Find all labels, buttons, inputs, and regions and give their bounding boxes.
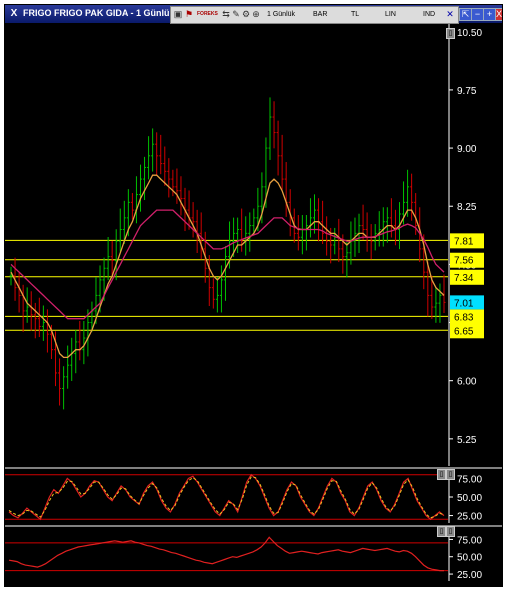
panel-collapse-button[interactable]: ▯ bbox=[446, 28, 455, 39]
chart-canvas[interactable]: 10.509.759.008.257.506.756.005.257.817.5… bbox=[5, 5, 502, 586]
osc1-tick-label-0: 75.00 bbox=[457, 474, 482, 485]
level-tag-label-2: 7.34 bbox=[454, 273, 474, 284]
price-tick-label-0: 10.50 bbox=[457, 28, 482, 39]
osc1-tick-label-1: 50.00 bbox=[457, 493, 482, 504]
level-tag-label-0: 7.81 bbox=[454, 236, 474, 247]
osc2-line bbox=[8, 536, 444, 572]
level-tag-label-4: 6.65 bbox=[454, 326, 474, 337]
price-tick-label-6: 6.00 bbox=[457, 377, 477, 388]
chart-window: X FRIGO FRIGO PAK GIDA - 1 Günlük (.1d) … bbox=[4, 4, 503, 587]
osc2-tick-label-0: 75.00 bbox=[457, 535, 482, 546]
osc1-tick-label-2: 25.00 bbox=[457, 512, 482, 523]
price-tick-label-7: 5.25 bbox=[457, 435, 477, 446]
price-tick-label-3: 8.25 bbox=[457, 202, 477, 213]
osc1-signal-line bbox=[8, 476, 445, 519]
osc-panel-button-1[interactable]: ▯ bbox=[437, 469, 446, 480]
rsi-panel-button-1[interactable]: ▯ bbox=[437, 526, 446, 537]
level-tag-label-3: 6.83 bbox=[454, 312, 474, 323]
rsi-panel-button-2[interactable]: ▯ bbox=[446, 526, 455, 537]
price-tick-label-2: 9.00 bbox=[457, 144, 477, 155]
last-price-label: 7.01 bbox=[454, 298, 474, 309]
level-tag-label-1: 7.56 bbox=[454, 256, 474, 267]
price-tick-label-1: 9.75 bbox=[457, 86, 477, 97]
osc1-line bbox=[8, 473, 445, 521]
osc2-tick-label-2: 25.00 bbox=[457, 570, 482, 581]
osc2-tick-label-1: 50.00 bbox=[457, 553, 482, 564]
osc-panel-button-2[interactable]: ▯ bbox=[446, 469, 455, 480]
